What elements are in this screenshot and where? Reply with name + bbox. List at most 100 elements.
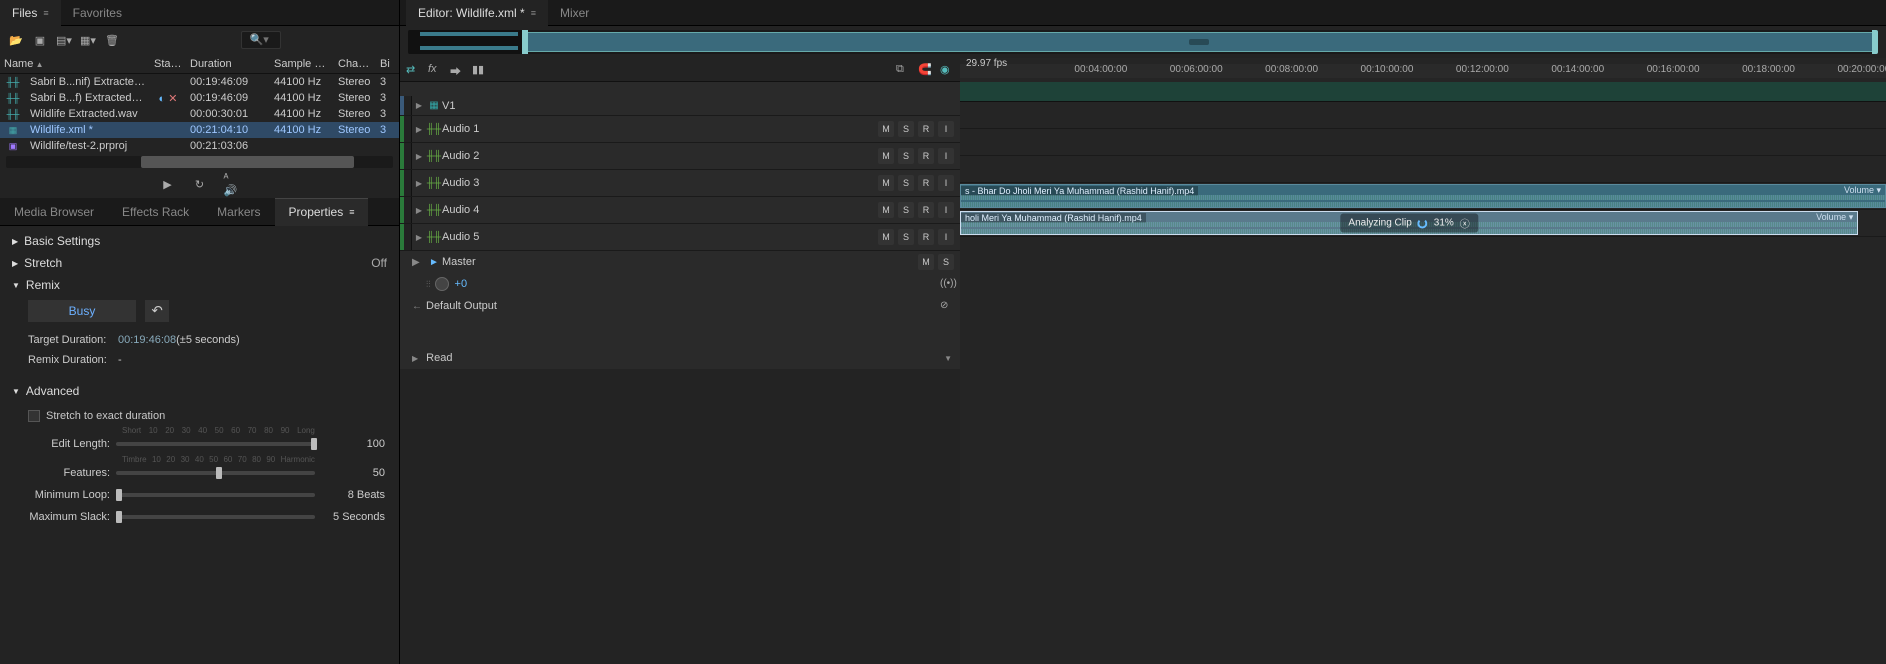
track-header-v1[interactable]: ▶ ▦ V1: [400, 96, 960, 116]
input-monitor-button[interactable]: I: [938, 121, 954, 137]
input-monitor-button[interactable]: I: [938, 202, 954, 218]
insert-clip-icon[interactable]: ▦▾: [80, 32, 96, 48]
min-loop-value[interactable]: 8 Beats: [325, 489, 385, 501]
tab-effects-rack[interactable]: Effects Rack: [108, 198, 203, 226]
section-stretch[interactable]: ▶StretchOff: [4, 252, 395, 274]
tab-media-browser[interactable]: Media Browser: [0, 198, 108, 226]
min-loop-slider[interactable]: [116, 493, 315, 497]
envelope-icon[interactable]: ⮕: [450, 63, 464, 77]
fx-icon[interactable]: fx: [428, 63, 442, 77]
solo-button[interactable]: S: [898, 175, 914, 191]
features-slider[interactable]: [116, 471, 315, 475]
input-monitor-button[interactable]: I: [938, 229, 954, 245]
overview-handle-left[interactable]: [522, 30, 528, 54]
file-table-header[interactable]: Name Status Duration Sample Rate Channel…: [0, 54, 399, 74]
col-name[interactable]: Name: [0, 58, 150, 70]
master-mute-button[interactable]: M: [918, 254, 934, 270]
search-input[interactable]: [241, 31, 281, 49]
record-arm-button[interactable]: R: [918, 175, 934, 191]
video-lane[interactable]: [960, 82, 1886, 102]
default-output-row[interactable]: ← Default Output ⊘: [400, 295, 960, 317]
stretch-exact-row[interactable]: Stretch to exact duration: [28, 406, 385, 426]
table-row[interactable]: ▣Wildlife/test-2.prproj00:21:03:06: [0, 138, 399, 154]
master-solo-button[interactable]: S: [938, 254, 954, 270]
solo-button[interactable]: S: [898, 229, 914, 245]
autoplay-icon[interactable]: ᴬ🔊: [224, 176, 240, 192]
tab-markers[interactable]: Markers: [203, 198, 274, 226]
expand-icon[interactable]: ▶: [412, 152, 426, 161]
open-file-icon[interactable]: 📂: [8, 32, 24, 48]
tab-editor-menu-icon[interactable]: ≡: [531, 8, 536, 18]
col-duration[interactable]: Duration: [186, 58, 270, 70]
features-value[interactable]: 50: [325, 467, 385, 479]
audio1-lane[interactable]: [960, 102, 1886, 129]
stretch-exact-checkbox[interactable]: [28, 410, 40, 422]
table-row[interactable]: ▦Wildlife.xml *00:21:04:1044100 HzStereo…: [0, 122, 399, 138]
loop-icon[interactable]: ↻: [192, 176, 208, 192]
tab-favorites[interactable]: Favorites: [61, 0, 134, 26]
remix-busy-button[interactable]: Busy: [28, 300, 136, 322]
timeline-overview[interactable]: [408, 30, 1878, 54]
col-channels[interactable]: Channels: [334, 58, 376, 70]
section-advanced[interactable]: ▼Advanced: [4, 380, 395, 402]
col-bit[interactable]: Bi: [376, 58, 396, 70]
tab-editor[interactable]: Editor: Wildlife.xml *≡: [406, 0, 548, 26]
audio4-lane[interactable]: s - Bhar Do Jholi Meri Ya Muhammad (Rash…: [960, 183, 1886, 210]
tab-menu-icon[interactable]: ≡: [43, 8, 48, 18]
master-row[interactable]: ▶ ► Master MS: [400, 251, 960, 273]
expand-icon[interactable]: ▶: [412, 125, 426, 134]
new-multitrack-icon[interactable]: ▤▾: [56, 32, 72, 48]
track-header-audio2[interactable]: ▶╫╫Audio 2MSRI: [400, 143, 960, 170]
audio5-lane[interactable]: holi Meri Ya Muhammad (Rashid Hanif).mp4…: [960, 210, 1886, 237]
no-output-icon[interactable]: ⊘: [940, 300, 952, 312]
expand-icon[interactable]: ▶: [412, 101, 426, 110]
snap-icon[interactable]: 🧲: [918, 63, 932, 77]
track-header-audio5[interactable]: ▶╫╫Audio 5MSRI: [400, 224, 960, 251]
tab-properties-menu-icon[interactable]: ≡: [349, 207, 354, 217]
track-header-audio1[interactable]: ▶╫╫Audio 1MSRI: [400, 116, 960, 143]
edit-length-slider[interactable]: [116, 442, 315, 446]
overview-handle-right[interactable]: [1872, 30, 1878, 54]
delete-icon[interactable]: 🗑: [104, 32, 120, 48]
table-row[interactable]: ╫╫Sabri B...nif) Extracted.wav00:19:46:0…: [0, 74, 399, 90]
input-monitor-button[interactable]: I: [938, 175, 954, 191]
automation-read-row[interactable]: ▶ Read ▼: [400, 347, 960, 369]
ripple-icon[interactable]: ⇄: [406, 63, 420, 77]
analyzing-cancel-button[interactable]: ⓧ: [1460, 216, 1470, 231]
record-icon[interactable]: ▣: [32, 32, 48, 48]
record-arm-button[interactable]: R: [918, 148, 934, 164]
automation-dropdown-icon[interactable]: ▼: [944, 354, 952, 363]
audio2-lane[interactable]: [960, 129, 1886, 156]
expand-icon[interactable]: ▶: [412, 206, 426, 215]
mute-button[interactable]: M: [878, 229, 894, 245]
solo-button[interactable]: S: [898, 121, 914, 137]
spectral-icon[interactable]: ◉: [940, 63, 954, 77]
remix-undo-button[interactable]: ↶: [145, 300, 169, 322]
col-status[interactable]: Status: [150, 58, 186, 70]
volume-value[interactable]: +0: [455, 278, 468, 290]
clip-audio4[interactable]: s - Bhar Do Jholi Meri Ya Muhammad (Rash…: [960, 184, 1886, 208]
mute-button[interactable]: M: [878, 175, 894, 191]
record-arm-button[interactable]: R: [918, 229, 934, 245]
mute-button[interactable]: M: [878, 202, 894, 218]
crossfade-icon[interactable]: ⧉: [896, 63, 910, 77]
col-sample-rate[interactable]: Sample Rate: [270, 58, 334, 70]
target-duration-value[interactable]: 00:19:46:08(±5 seconds): [118, 334, 240, 346]
track-header-audio4[interactable]: ▶╫╫Audio 4MSRI: [400, 197, 960, 224]
section-basic-settings[interactable]: ▶Basic Settings: [4, 230, 395, 252]
table-row[interactable]: ╫╫Sabri B...f) Extracted_1.wav◐ ✕00:19:4…: [0, 90, 399, 106]
edit-length-value[interactable]: 100: [325, 438, 385, 450]
tab-mixer[interactable]: Mixer: [548, 0, 601, 26]
tab-properties[interactable]: Properties≡: [275, 198, 369, 226]
pan-knob[interactable]: [435, 277, 449, 291]
clip-audio5[interactable]: holi Meri Ya Muhammad (Rashid Hanif).mp4…: [960, 211, 1858, 235]
audio3-lane[interactable]: [960, 156, 1886, 183]
tab-files[interactable]: Files≡: [0, 0, 61, 26]
mute-button[interactable]: M: [878, 148, 894, 164]
expand-icon[interactable]: ▶: [412, 233, 426, 242]
record-arm-button[interactable]: R: [918, 121, 934, 137]
file-table-hscroll[interactable]: [6, 156, 393, 168]
timeline[interactable]: 29.97 fps 00:04:00:0000:06:00:0000:08:00…: [960, 58, 1886, 664]
play-icon[interactable]: ▶: [160, 176, 176, 192]
expand-icon[interactable]: ▶: [412, 179, 426, 188]
